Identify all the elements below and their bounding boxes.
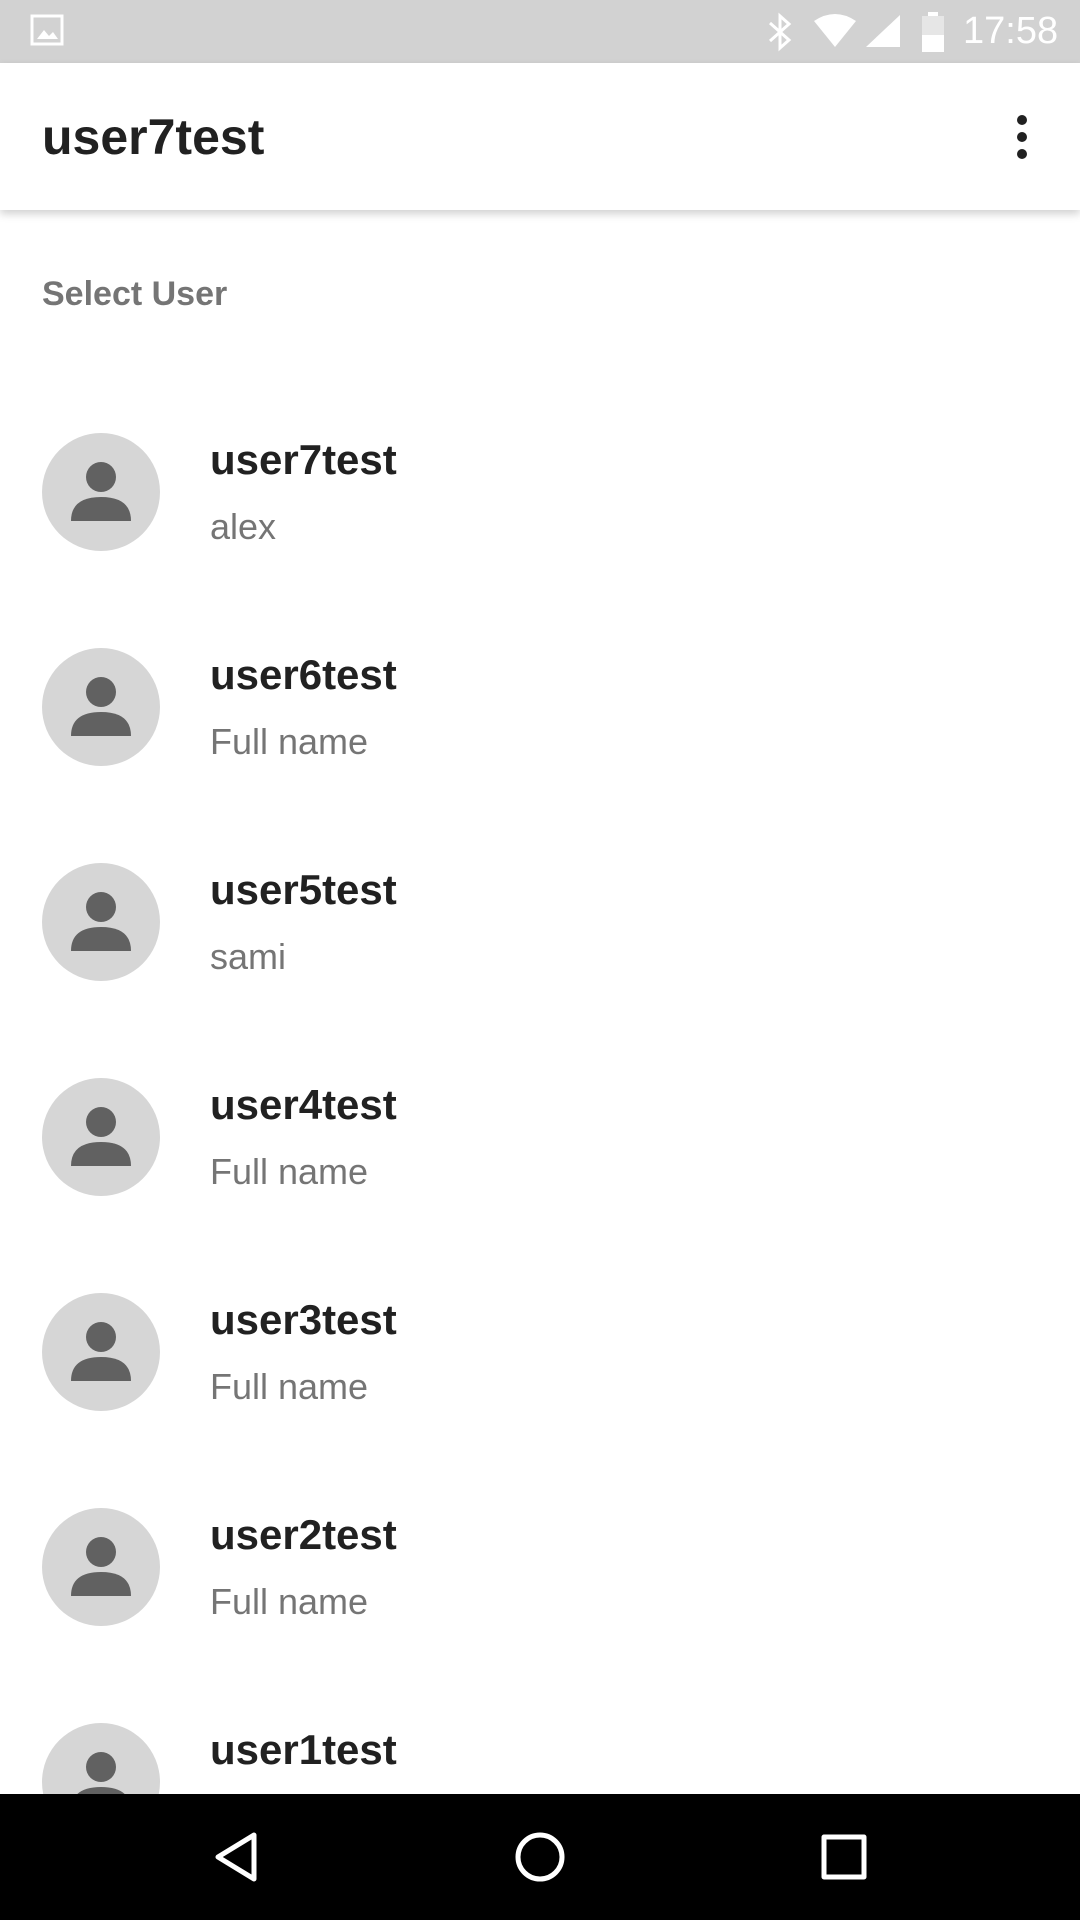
avatar [42,863,160,981]
status-bar: 17:58 [0,0,1080,63]
person-icon [71,1322,131,1381]
wifi-icon [812,13,858,54]
list-item[interactable]: user4test Full name [0,1040,1080,1255]
gallery-icon [30,13,64,52]
username: user2test [210,1511,397,1558]
person-icon [71,677,131,736]
full-name: sami [210,936,287,977]
avatar [42,433,160,551]
section-label: Select User [42,275,228,313]
avatar [42,1723,160,1794]
username: user3test [210,1296,397,1343]
list-item[interactable]: user5test sami [0,825,1080,1040]
person-icon [71,462,131,521]
username: user6test [210,651,397,698]
navigation-bar [0,1794,1080,1920]
user-list: user7test alex user6test Full name user5… [0,395,1080,1794]
avatar [42,1293,160,1411]
signal-icon [864,13,902,54]
full-name: Full name [210,1366,369,1407]
app-bar-title: user7test [42,109,265,165]
username: user5test [210,866,397,913]
person-icon [71,1537,131,1596]
bluetooth-icon [765,12,795,57]
full-name: alex [210,506,277,547]
list-item[interactable]: user6test Full name [0,610,1080,825]
avatar [42,648,160,766]
username: user7test [210,436,397,483]
username: user4test [210,1081,397,1128]
recents-icon[interactable] [804,1822,884,1892]
full-name: Full name [210,1581,369,1622]
full-name: Full name [210,1151,369,1192]
avatar [42,1508,160,1626]
avatar [42,1078,160,1196]
full-name: Full name [210,721,369,762]
list-item[interactable]: user7test alex [0,395,1080,610]
person-icon [71,1107,131,1166]
list-item[interactable]: user2test Full name [0,1470,1080,1685]
list-item[interactable]: user3test Full name [0,1255,1080,1470]
home-icon[interactable] [500,1822,580,1892]
app-bar: user7test [0,63,1080,210]
battery-icon [920,11,946,58]
person-icon [77,1752,125,1794]
more-vert-icon[interactable] [1000,109,1044,165]
person-icon [71,892,131,951]
username: user1test [210,1726,397,1773]
list-item[interactable]: user1test [0,1685,1080,1794]
status-clock: 17:58 [963,10,1059,52]
back-icon[interactable] [196,1822,276,1892]
